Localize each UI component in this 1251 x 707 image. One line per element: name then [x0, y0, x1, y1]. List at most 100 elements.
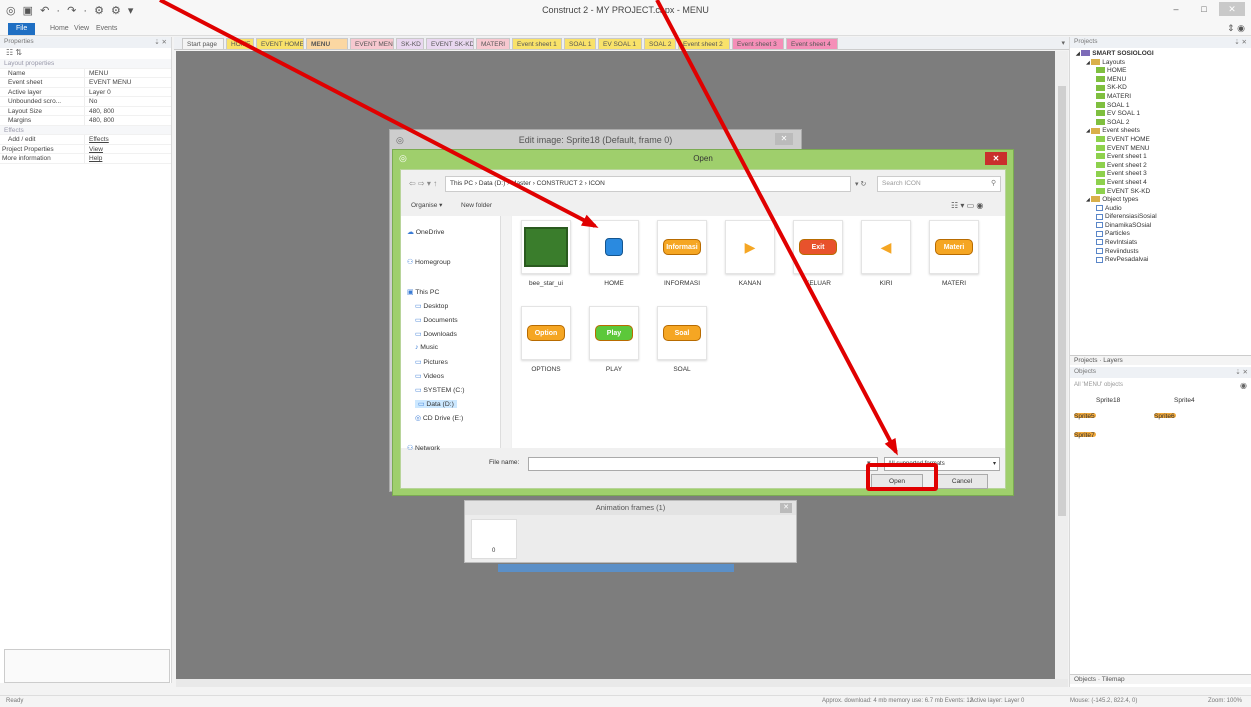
nav-item[interactable]: ☁ OneDrive: [407, 228, 444, 236]
prop-row-margins[interactable]: Margins 480, 800: [0, 116, 171, 126]
tab-event-sheet-2[interactable]: Event sheet 2: [678, 38, 730, 49]
help-link[interactable]: Help: [84, 154, 171, 163]
tree-item[interactable]: EV SOAL 1: [1070, 110, 1251, 119]
nav-item[interactable]: ▭ Pictures: [415, 358, 448, 366]
tree-item[interactable]: Audio: [1070, 205, 1251, 214]
tab-event-sheet-1[interactable]: Event sheet 1: [512, 38, 562, 49]
prop-row-layout-size[interactable]: Layout Size 480, 800: [0, 106, 171, 116]
nav-item[interactable]: ♪ Music: [415, 344, 438, 351]
file-item[interactable]: Play PLAY: [589, 306, 639, 373]
tree-item[interactable]: Particles: [1070, 230, 1251, 239]
view-options-icon[interactable]: ☷ ▾ ▭ ◉: [951, 198, 983, 214]
tab-layers[interactable]: Layers: [1103, 357, 1123, 364]
prop-row-unbounded-scrolling[interactable]: Unbounded scro... No: [0, 97, 171, 107]
refresh-icon[interactable]: ◉: [1240, 381, 1247, 390]
tab-menu[interactable]: MENU: [306, 38, 348, 49]
file-item[interactable]: Informasi INFORMASI: [657, 220, 707, 287]
tab-soal-2[interactable]: SOAL 2: [644, 38, 676, 49]
canvas-horizontal-scrollbar[interactable]: [176, 679, 1068, 687]
nav-item[interactable]: ⚇ Homegroup: [407, 258, 451, 266]
tab-tilemap[interactable]: Tilemap: [1102, 676, 1125, 683]
canvas-scroll-thumb[interactable]: [1058, 86, 1066, 516]
file-item[interactable]: Option OPTIONS: [521, 306, 571, 373]
tree-item[interactable]: SK-KD: [1070, 84, 1251, 93]
open-dialog-close-button[interactable]: ✕: [985, 152, 1007, 165]
close-window-button[interactable]: ✕: [1219, 2, 1245, 16]
file-item[interactable]: Exit KELUAR: [793, 220, 843, 287]
nav-item[interactable]: ▣ This PC: [407, 288, 439, 296]
tree-item[interactable]: Event sheet 4: [1070, 179, 1251, 188]
tabs-dropdown-icon[interactable]: ▾: [1061, 39, 1065, 47]
tree-item[interactable]: Event sheet 2: [1070, 162, 1251, 171]
prop-value[interactable]: Layer 0: [84, 87, 171, 96]
prop-row-active-layer[interactable]: Active layer Layer 0: [0, 87, 171, 97]
object-item[interactable]: Sprite18: [1096, 397, 1120, 404]
tree-item[interactable]: MENU: [1070, 76, 1251, 85]
tab-objects[interactable]: Objects: [1074, 676, 1096, 683]
search-icon[interactable]: ⚲: [991, 179, 996, 187]
canvas-sprite[interactable]: [498, 564, 734, 572]
tab-projects[interactable]: Projects: [1074, 357, 1097, 364]
properties-sort-icon[interactable]: ☷ ⇅: [0, 48, 171, 59]
view-link[interactable]: View: [84, 144, 171, 153]
nav-item[interactable]: ▭ Videos: [415, 372, 444, 380]
tab-event-sheet-3[interactable]: Event sheet 3: [732, 38, 784, 49]
effects-link[interactable]: Effects: [84, 135, 171, 144]
tree-item[interactable]: SOAL 1: [1070, 102, 1251, 111]
edit-image-close-button[interactable]: ✕: [775, 133, 793, 145]
minimize-button[interactable]: –: [1163, 2, 1189, 16]
nav-item[interactable]: ▭ Desktop: [415, 302, 448, 310]
prop-value[interactable]: 480, 800: [84, 106, 171, 115]
tab-event-home[interactable]: EVENT HOME: [256, 38, 304, 49]
ribbon-tab-file[interactable]: File: [8, 23, 36, 35]
file-item[interactable]: ◀ KIRI: [861, 220, 911, 287]
prop-value[interactable]: No: [84, 97, 171, 106]
prop-value[interactable]: MENU: [84, 68, 171, 77]
tab-materi[interactable]: MATERI: [476, 38, 510, 49]
tree-item[interactable]: ◢ SMART SOSIOLOGI: [1070, 50, 1251, 59]
tree-item[interactable]: ◢ Object types: [1070, 196, 1251, 205]
tab-start-page[interactable]: Start page: [182, 38, 224, 49]
tree-item[interactable]: RevIntsiats: [1070, 239, 1251, 248]
file-item[interactable]: ▶ KANAN: [725, 220, 775, 287]
tab-event-sheet-4[interactable]: Event sheet 4: [786, 38, 838, 49]
panel-pin-icon[interactable]: ⇣ ✕: [154, 38, 167, 47]
tree-item[interactable]: Reviindusts: [1070, 248, 1251, 257]
nav-item[interactable]: ▭ Data (D:): [415, 400, 457, 408]
tree-item[interactable]: Event sheet 1: [1070, 153, 1251, 162]
prop-value[interactable]: EVENT MENU: [84, 78, 171, 87]
animation-close-icon[interactable]: ✕: [780, 503, 792, 513]
nav-item[interactable]: ◎ CD Drive (E:): [415, 414, 463, 422]
tree-item[interactable]: Event sheet 3: [1070, 170, 1251, 179]
back-forward-icon[interactable]: ⇦ ⇨ ▾ ↑: [409, 179, 437, 188]
refresh-icon[interactable]: ▾ ↻: [855, 180, 866, 188]
objects-filter[interactable]: All 'MENU' objects: [1074, 382, 1248, 392]
panel-pin-icon[interactable]: ⇣ ✕: [1234, 38, 1247, 47]
tree-item[interactable]: RevPesadalvai: [1070, 256, 1251, 265]
tree-item[interactable]: EVENT MENU: [1070, 145, 1251, 154]
ribbon-tab-events[interactable]: Events: [88, 23, 125, 35]
prop-row-event-sheet[interactable]: Event sheet EVENT MENU: [0, 78, 171, 88]
organise-button[interactable]: Organise ▾: [411, 198, 442, 214]
tree-item[interactable]: HOME: [1070, 67, 1251, 76]
prop-row-name[interactable]: Name MENU: [0, 68, 171, 78]
tree-item[interactable]: DinamikaSOsial: [1070, 222, 1251, 231]
tree-item[interactable]: EVENT SK-KD: [1070, 188, 1251, 197]
tree-item[interactable]: ◢ Event sheets: [1070, 127, 1251, 136]
tree-item[interactable]: DiferensiasiSosial: [1070, 213, 1251, 222]
tree-item[interactable]: EVENT HOME: [1070, 136, 1251, 145]
category-effects[interactable]: Effects: [0, 125, 171, 135]
animation-frame[interactable]: 0: [471, 519, 517, 559]
cancel-button[interactable]: Cancel: [936, 474, 988, 489]
tree-item[interactable]: ◢ Layouts: [1070, 59, 1251, 68]
nav-item[interactable]: ▭ Downloads: [415, 330, 457, 338]
nav-item[interactable]: ▭ SYSTEM (C:): [415, 386, 464, 394]
panel-pin-icon[interactable]: ⇣ ✕: [1235, 368, 1248, 377]
maximize-button[interactable]: □: [1191, 2, 1217, 16]
nav-item[interactable]: ⚇ Network: [407, 444, 440, 452]
file-item[interactable]: Materi MATERI: [929, 220, 979, 287]
address-bar[interactable]: This PC › Data (D:) › Master › CONSTRUCT…: [445, 176, 851, 192]
object-item[interactable]: Sprite4: [1174, 397, 1195, 404]
tab-event-menu[interactable]: EVENT MENU: [350, 38, 394, 49]
tree-item[interactable]: MATERI: [1070, 93, 1251, 102]
